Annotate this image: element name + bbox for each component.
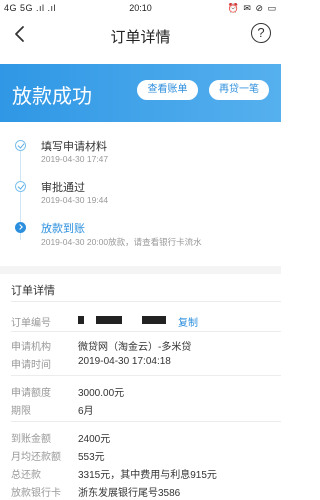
detail-label: 月均还款额 — [11, 452, 61, 463]
detail-value: 3000.00元 — [78, 388, 125, 399]
order-details-section: 订单详情 订单编号 复制 申请机构 微贷网（淘金云）-多米贷 申请时间 2019… — [0, 274, 281, 500]
detail-row: 到账金额 2400元 — [0, 428, 281, 445]
check-circle-icon — [15, 181, 26, 192]
order-number-label: 订单编号 — [11, 318, 51, 329]
divider — [11, 301, 281, 302]
detail-row: 申请时间 2019-04-30 17:04:18 — [0, 354, 281, 371]
step-title: 审批通过 — [41, 182, 85, 194]
status-icons: ⏰ ✉ ⊘ ▭ — [227, 3, 277, 13]
borrow-again-button[interactable]: 再贷一笔 — [209, 80, 269, 100]
step-time: 2019-04-30 17:47 — [41, 154, 109, 164]
detail-row: 放款银行卡 浙东发展银行尾号3586 — [0, 482, 281, 499]
detail-row: 月均还款额 553元 — [0, 446, 281, 463]
detail-value: 553元 — [78, 452, 105, 463]
detail-label: 期限 — [11, 406, 31, 417]
page-title: 订单详情 — [110, 29, 171, 46]
section-divider — [0, 266, 281, 274]
detail-label: 申请额度 — [11, 388, 51, 399]
status-banner: 放款成功 查看账单 再贷一笔 — [0, 64, 281, 122]
check-circle-icon — [15, 140, 26, 151]
divider — [11, 331, 281, 332]
detail-value: 6月 — [78, 406, 94, 417]
section-title: 订单详情 — [11, 285, 55, 297]
nav-bar: 订单详情 ? — [0, 16, 281, 52]
redacted-block — [142, 316, 166, 324]
detail-row: 申请机构 微贷网（淘金云）-多米贷 — [0, 336, 281, 353]
detail-value: 浙东发展银行尾号3586 — [78, 488, 181, 499]
step-title: 填写申请材料 — [41, 141, 107, 153]
detail-label: 到账金额 — [11, 434, 51, 445]
detail-label: 总还款 — [11, 470, 41, 481]
divider — [11, 375, 281, 376]
help-icon[interactable]: ? — [251, 23, 271, 43]
detail-value: 3315元，其中费用与利息915元 — [78, 470, 217, 481]
view-bill-button[interactable]: 查看账单 — [137, 80, 198, 100]
divider — [11, 421, 281, 422]
step-time: 2019-04-30 19:44 — [41, 195, 109, 205]
detail-row: 期限 6月 — [0, 400, 281, 417]
progress-timeline: 填写申请材料 2019-04-30 17:47 审批通过 2019-04-30 … — [0, 126, 281, 266]
redacted-block — [96, 316, 122, 324]
detail-value: 2019-04-30 17:04:18 — [78, 356, 171, 367]
detail-row: 申请额度 3000.00元 — [0, 382, 281, 399]
detail-row: 总还款 3315元，其中费用与利息915元 — [0, 464, 281, 481]
detail-value: 微贷网（淘金云）-多米贷 — [78, 342, 192, 353]
copy-order-number-button[interactable]: 复制 — [178, 314, 198, 329]
arrow-circle-icon — [15, 222, 26, 233]
detail-label: 申请时间 — [11, 360, 51, 371]
detail-value: 2400元 — [78, 434, 111, 445]
detail-label: 申请机构 — [11, 342, 51, 353]
detail-label: 放款银行卡 — [11, 488, 61, 499]
step-time: 2019-04-30 20:00放款，请查看银行卡流水 — [41, 237, 202, 247]
redacted-block — [78, 316, 84, 324]
status-bar: 4G 5G .ıl .ıl 20:10 ⏰ ✉ ⊘ ▭ — [0, 0, 281, 16]
loan-status-title: 放款成功 — [12, 86, 92, 108]
step-title: 放款到账 — [41, 223, 85, 235]
order-number-row: 订单编号 复制 — [0, 312, 281, 329]
